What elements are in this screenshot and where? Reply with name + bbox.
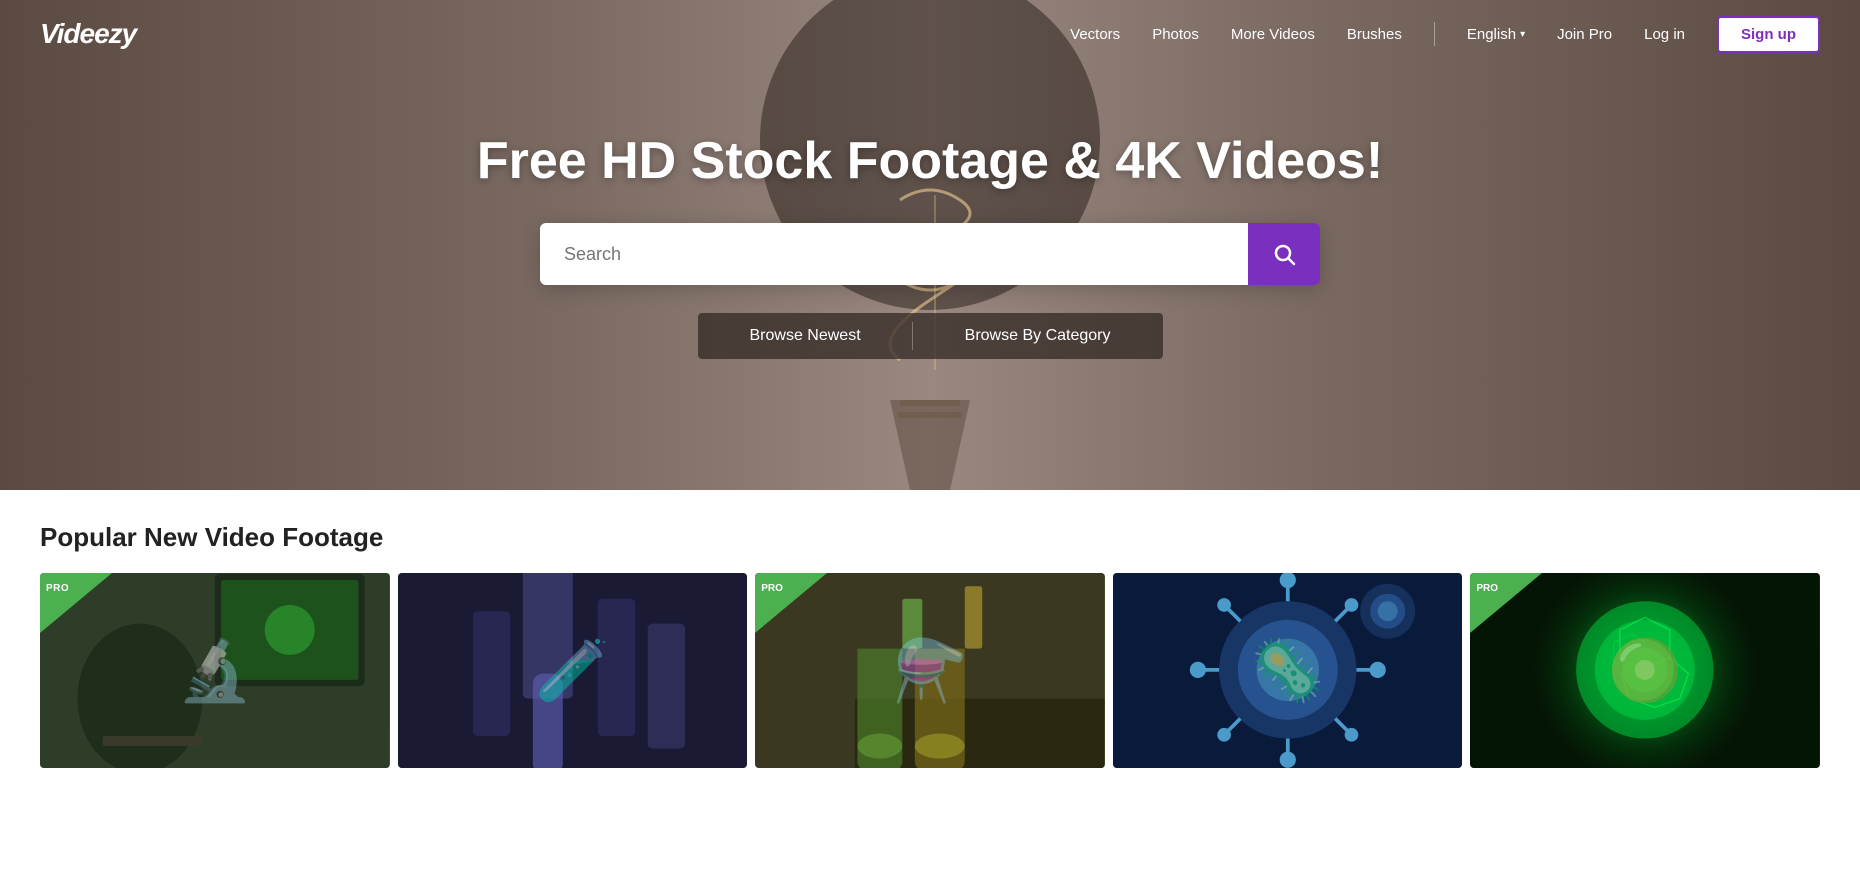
nav-vectors[interactable]: Vectors bbox=[1070, 26, 1120, 43]
search-bar bbox=[540, 223, 1320, 285]
search-input[interactable] bbox=[540, 223, 1248, 285]
main-nav: Vectors Photos More Videos Brushes Engli… bbox=[1070, 16, 1820, 53]
card-image-2 bbox=[398, 573, 748, 768]
pro-badge-triangle-5 bbox=[1470, 573, 1542, 633]
hero-section: Free HD Stock Footage & 4K Videos! Brows… bbox=[0, 0, 1860, 490]
nav-brushes[interactable]: Brushes bbox=[1347, 26, 1402, 43]
nav-photos[interactable]: Photos bbox=[1152, 26, 1199, 43]
pro-badge-container-5: PRO bbox=[1470, 573, 1542, 633]
search-icon bbox=[1272, 242, 1296, 266]
browse-buttons: Browse Newest Browse By Category bbox=[698, 313, 1163, 359]
pro-badge-text: PRO bbox=[46, 583, 69, 594]
pro-badge-triangle bbox=[40, 573, 112, 633]
card-thumbnail-4 bbox=[1113, 573, 1463, 768]
popular-section-title: Popular New Video Footage bbox=[40, 522, 1820, 553]
sign-up-button[interactable]: Sign up bbox=[1717, 16, 1820, 53]
join-pro-link[interactable]: Join Pro bbox=[1557, 26, 1612, 43]
nav-more-videos[interactable]: More Videos bbox=[1231, 26, 1315, 43]
log-in-link[interactable]: Log in bbox=[1644, 26, 1685, 43]
nav-divider bbox=[1434, 22, 1435, 46]
search-button[interactable] bbox=[1248, 223, 1320, 285]
card-thumbnail-2 bbox=[398, 573, 748, 768]
card-image-4 bbox=[1113, 573, 1463, 768]
chevron-down-icon: ▾ bbox=[1520, 29, 1525, 40]
browse-by-category-button[interactable]: Browse By Category bbox=[913, 313, 1163, 359]
video-card[interactable] bbox=[398, 573, 748, 768]
video-card[interactable]: PRO bbox=[40, 573, 390, 768]
language-selector[interactable]: English ▾ bbox=[1467, 26, 1525, 43]
video-card[interactable]: PRO bbox=[1470, 573, 1820, 768]
video-card[interactable]: PRO bbox=[755, 573, 1105, 768]
pro-badge-text-5: PRO bbox=[1476, 583, 1498, 594]
header: Videezy Vectors Photos More Videos Brush… bbox=[0, 0, 1860, 68]
logo[interactable]: Videezy bbox=[40, 18, 136, 50]
pro-badge-text-3: PRO bbox=[761, 583, 783, 594]
hero-content: Free HD Stock Footage & 4K Videos! Brows… bbox=[0, 131, 1860, 359]
pro-badge-container: PRO bbox=[40, 573, 112, 633]
video-grid: PRO bbox=[40, 573, 1820, 768]
browse-newest-button[interactable]: Browse Newest bbox=[698, 313, 913, 359]
video-card[interactable] bbox=[1113, 573, 1463, 768]
popular-section: Popular New Video Footage PRO bbox=[0, 490, 1860, 784]
hero-title: Free HD Stock Footage & 4K Videos! bbox=[477, 131, 1383, 191]
pro-badge-triangle-3 bbox=[755, 573, 827, 633]
language-label: English bbox=[1467, 26, 1516, 43]
pro-badge-container-3: PRO bbox=[755, 573, 827, 633]
